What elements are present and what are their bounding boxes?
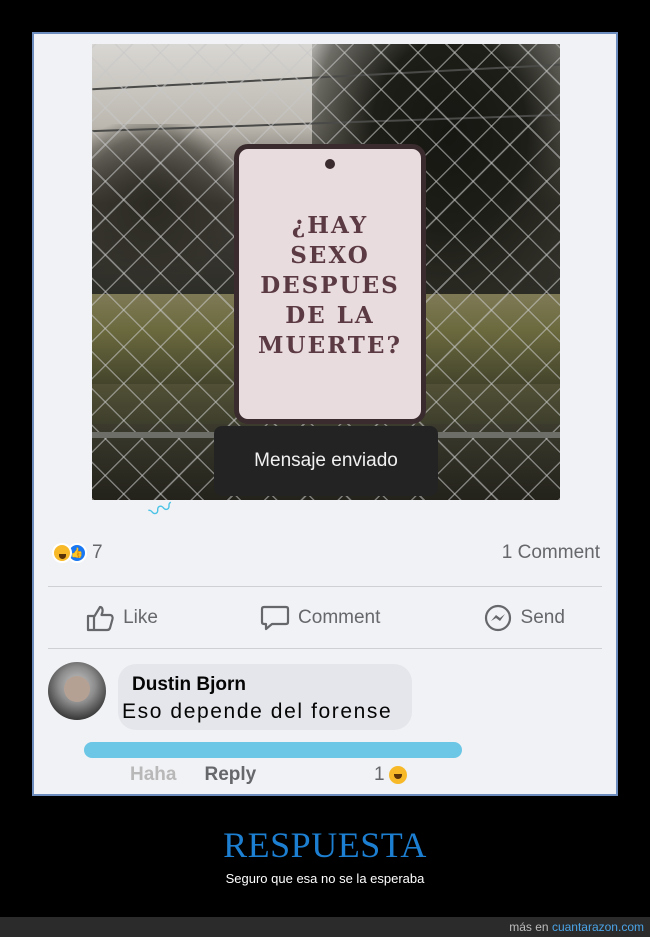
sign-line: DESPUES: [260, 272, 400, 299]
comment-reactions[interactable]: 1: [374, 764, 407, 786]
haha-button[interactable]: Haha: [130, 764, 176, 786]
haha-reaction-icon: [52, 543, 72, 563]
sign-line: MUERTE?: [258, 332, 402, 359]
road-sign: ¿HAY SEXO DESPUES DE LA MUERTE?: [234, 144, 426, 424]
caption-subtitle: Seguro que esa no se la esperaba: [225, 871, 425, 886]
footer-bar: más en cuantarazon.com: [0, 917, 650, 937]
toast-message: Mensaje enviado: [214, 426, 438, 496]
divider: [48, 586, 602, 587]
thumbs-up-icon: [86, 605, 114, 632]
like-label: Like: [123, 607, 158, 628]
highlight-scribble: [84, 742, 462, 758]
comment-label: Comment: [298, 607, 381, 628]
like-button[interactable]: Like: [85, 604, 158, 632]
comment-item: Dustin Bjorn Eso depende del forense Hah…: [34, 654, 616, 794]
caption-title: RESPUESTA: [223, 825, 427, 865]
comment-text: Eso depende del forense: [122, 700, 393, 723]
sign-line: SEXO: [290, 242, 370, 269]
sign-text: ¿HAY SEXO DESPUES DE LA MUERTE?: [239, 211, 421, 361]
screenshot-frame: ¿HAY SEXO DESPUES DE LA MUERTE? Mensaje …: [32, 32, 618, 796]
reply-button[interactable]: Reply: [204, 764, 256, 786]
haha-reaction-icon: [388, 766, 407, 784]
send-button[interactable]: Send: [483, 603, 565, 633]
speech-bubble-icon: [260, 605, 290, 631]
sign-line: ¿HAY: [291, 212, 369, 239]
sign-line: DE LA: [285, 302, 375, 329]
comment-actions: Haha Reply: [130, 764, 256, 786]
footer-prefix: más en: [509, 920, 549, 934]
reaction-count: 7: [92, 542, 103, 563]
reaction-icons[interactable]: 👍 7: [52, 542, 103, 564]
messenger-icon: [484, 604, 511, 632]
comment-button[interactable]: Comment: [260, 604, 380, 632]
reactions-summary[interactable]: 👍 7 1 Comment: [34, 534, 616, 574]
sign-bolt: [325, 159, 335, 169]
site-link[interactable]: cuantarazon.com: [552, 920, 644, 934]
avatar[interactable]: [48, 662, 106, 720]
comment-count-link[interactable]: 1 Comment: [502, 542, 600, 564]
post-action-bar: Like Comment Send: [34, 594, 616, 642]
divider: [48, 648, 602, 649]
comment-reaction-count: 1: [374, 764, 385, 785]
comment-author[interactable]: Dustin Bjorn: [132, 674, 246, 696]
send-label: Send: [520, 607, 565, 628]
footer-credit: más en cuantarazon.com: [509, 920, 644, 934]
